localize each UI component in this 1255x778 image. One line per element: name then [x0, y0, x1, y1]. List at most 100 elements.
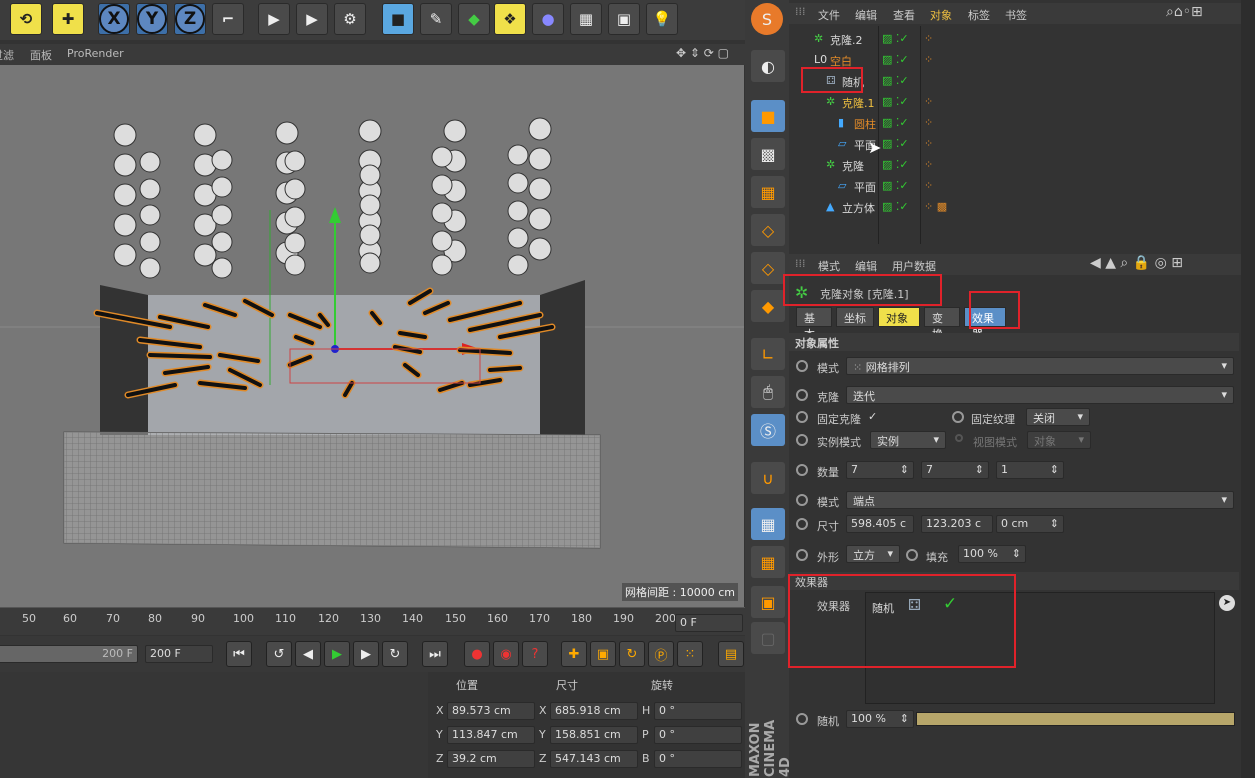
workplane-icon[interactable]: ▦	[751, 176, 785, 208]
viewport-menu-panel[interactable]: 面板	[30, 47, 52, 63]
key-scale-icon[interactable]: ▣	[590, 641, 616, 667]
next-frame-icon[interactable]: ▶	[353, 641, 379, 667]
size-radio[interactable]	[796, 518, 808, 530]
om-menu-tag[interactable]: 标签	[968, 7, 990, 23]
object-row[interactable]: ✲ 克隆.2 ▨ ⁚✓ ⁘	[790, 29, 1240, 50]
mode2-radio[interactable]	[796, 494, 808, 506]
pick-arrow-icon[interactable]: ➤	[1219, 595, 1235, 611]
visibility-check-icon[interactable]: ▨ ⁚✓	[882, 53, 909, 66]
points-mode-icon[interactable]: ◇	[751, 214, 785, 246]
workplane-lock-icon[interactable]: ▦	[751, 508, 785, 540]
shape-dropdown[interactable]: 立方 ▾	[846, 545, 900, 563]
size-x-attr-field[interactable]: 598.405 c	[846, 515, 914, 533]
mode-dropdown[interactable]: ⁙ 网格排列 ▾	[846, 357, 1234, 375]
material-tag-icon[interactable]: ⁘	[924, 179, 933, 192]
record-key-icon[interactable]: ●	[464, 641, 490, 667]
camera-icon[interactable]: ▣	[608, 3, 640, 35]
auto-key-icon[interactable]: ◉	[493, 641, 519, 667]
om-search-icon[interactable]: ⌕⌂◦⊞	[1166, 4, 1203, 20]
object-row[interactable]: ▱ 平面 ▨ ⁚✓ ⁘	[790, 134, 1240, 155]
coordinate-system-icon[interactable]: ⌐	[212, 3, 244, 35]
cloner-mograph-icon[interactable]: ❖	[494, 3, 526, 35]
go-to-start-icon[interactable]: ⏮	[226, 641, 252, 667]
material-tag-icon[interactable]: ⁘	[924, 137, 933, 150]
random-radio[interactable]	[796, 713, 808, 725]
position-x-field[interactable]: 89.573 cm	[447, 702, 535, 720]
rotation-h-field[interactable]: 0 °	[654, 702, 742, 720]
rotation-p-field[interactable]: 0 °	[654, 726, 742, 744]
instance-mode-dropdown[interactable]: 实例 ▾	[870, 431, 946, 449]
prev-key-icon[interactable]: ↺	[266, 641, 292, 667]
play-icon[interactable]: ▶	[324, 641, 350, 667]
size-z-field[interactable]: 547.143 cm	[550, 750, 638, 768]
material-tag-icon[interactable]: ⁘	[924, 53, 933, 66]
om-menu-object[interactable]: 对象	[930, 7, 952, 23]
object-row[interactable]: ✲ 克隆.1 ▨ ⁚✓ ⁘	[790, 92, 1240, 113]
size-z-attr-field[interactable]: 0 cm ⇕	[996, 515, 1064, 533]
size-y-attr-field[interactable]: 123.203 c	[921, 515, 993, 533]
key-pla-icon[interactable]: ⁙	[677, 641, 703, 667]
visibility-check-icon[interactable]: ▨ ⁚✓	[882, 200, 909, 213]
viewport[interactable]: 网格间距 : 10000 cm	[0, 65, 744, 607]
edges-mode-icon[interactable]: ◇	[751, 252, 785, 284]
rotation-b-field[interactable]: 0 °	[654, 750, 742, 768]
am-nav-icons[interactable]: ◀ ▲ ⌕ 🔒 ◎ ⊞	[1090, 255, 1183, 271]
om-menu-edit[interactable]: 编辑	[855, 7, 877, 23]
material-tag-icon[interactable]: ⁘	[924, 32, 933, 45]
tweak-mode-icon[interactable]: 🖱	[751, 376, 785, 408]
visibility-check-icon[interactable]: ▨ ⁚✓	[882, 158, 909, 171]
locked-object-icon[interactable]: ▢	[751, 622, 785, 654]
shape-radio[interactable]	[796, 549, 808, 561]
position-y-field[interactable]: 113.847 cm	[447, 726, 535, 744]
random-strength-slider[interactable]	[916, 712, 1235, 726]
texture-mode-icon[interactable]: ▩	[751, 138, 785, 170]
mode-radio[interactable]	[796, 360, 808, 372]
go-to-end-icon[interactable]: ⏭	[422, 641, 448, 667]
attr-tab[interactable]: 基本	[796, 307, 832, 341]
current-frame-field[interactable]: 0 F	[675, 614, 743, 632]
size-x-field[interactable]: 685.918 cm	[550, 702, 638, 720]
next-key-icon[interactable]: ↻	[382, 641, 408, 667]
viewport-nav-icons[interactable]: ✥ ⇕ ⟳ ▢	[676, 46, 729, 60]
axis-y-button[interactable]: Y	[136, 3, 168, 35]
fixed-texture-radio[interactable]	[952, 411, 964, 423]
mode2-dropdown[interactable]: 端点 ▾	[846, 491, 1234, 509]
script-icon[interactable]: S	[751, 3, 783, 35]
am-menu-user-data[interactable]: 用户数据	[892, 258, 936, 274]
size-y-field[interactable]: 158.851 cm	[550, 726, 638, 744]
prev-frame-icon[interactable]: ◀	[295, 641, 321, 667]
visibility-check-icon[interactable]: ▨ ⁚✓	[882, 137, 909, 150]
polygons-mode-icon[interactable]: ◆	[751, 290, 785, 322]
om-menu-bookmark[interactable]: 书签	[1005, 7, 1027, 23]
clone-dropdown[interactable]: 迭代 ▾	[846, 386, 1234, 404]
cube-primitive-icon[interactable]: ■	[382, 3, 414, 35]
pen-spline-icon[interactable]: ✎	[420, 3, 452, 35]
visibility-check-icon[interactable]: ▨ ⁚✓	[882, 179, 909, 192]
visibility-check-icon[interactable]: ▨ ⁚✓	[882, 116, 909, 129]
clone-radio[interactable]	[796, 389, 808, 401]
object-row[interactable]: ▲ 立方体 ▨ ⁚✓ ⁘ ▩	[790, 197, 1240, 218]
am-menu-edit[interactable]: 编辑	[855, 258, 877, 274]
viewport-menu-prorender[interactable]: ProRender	[67, 47, 124, 60]
attr-tab[interactable]: 对象	[878, 307, 920, 327]
sculpt-icon[interactable]: ▣	[751, 586, 785, 618]
render-picture-viewer-icon[interactable]: ▶	[296, 3, 328, 35]
fill-field[interactable]: 100 % ⇕	[958, 545, 1026, 563]
render-settings-icon[interactable]: ⚙	[334, 3, 366, 35]
keyframe-selection-icon[interactable]: ?	[522, 641, 548, 667]
count-z-field[interactable]: 1 ⇕	[996, 461, 1064, 479]
viewport-menu-filter[interactable]: 过滤	[0, 47, 14, 63]
object-row[interactable]: ▱ 平面 ▨ ⁚✓ ⁘	[790, 176, 1240, 197]
om-menu-file[interactable]: 文件	[818, 7, 840, 23]
visibility-check-icon[interactable]: ▨ ⁚✓	[882, 32, 909, 45]
globe-icon[interactable]: ◐	[751, 50, 785, 82]
key-position-icon[interactable]: ✚	[561, 641, 587, 667]
count-x-field[interactable]: 7 ⇕	[846, 461, 914, 479]
count-radio[interactable]	[796, 464, 808, 476]
snap-icon[interactable]: Ⓢ	[751, 414, 785, 446]
attr-tab[interactable]: 变换	[924, 307, 960, 341]
fixed-clone-radio[interactable]	[796, 411, 808, 423]
visibility-check-icon[interactable]: ▨ ⁚✓	[882, 95, 909, 108]
object-row[interactable]: ✲ 克隆 ▨ ⁚✓ ⁘	[790, 155, 1240, 176]
count-y-field[interactable]: 7 ⇕	[921, 461, 989, 479]
